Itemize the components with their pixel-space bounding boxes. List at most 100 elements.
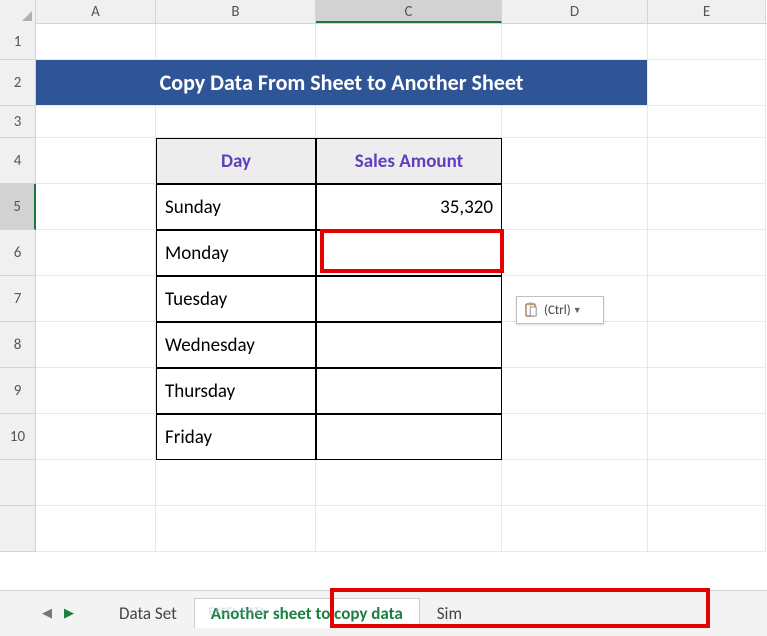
header-day[interactable]: Day: [156, 138, 316, 184]
cell-A6[interactable]: [36, 230, 156, 276]
row-7: 7 Tuesday: [0, 276, 767, 322]
tab-sim[interactable]: Sim: [420, 598, 469, 628]
cell-B3[interactable]: [156, 106, 316, 138]
cell-blank[interactable]: [648, 506, 766, 552]
row-header-7[interactable]: 7: [0, 276, 36, 322]
cell-D5[interactable]: [502, 184, 648, 230]
tab-data-set[interactable]: Data Set: [102, 598, 194, 628]
tab-another-sheet[interactable]: EXCEL DATA Another sheet to copy data: [194, 598, 420, 628]
cell-blank[interactable]: [156, 460, 316, 506]
title-cell[interactable]: Copy Data From Sheet to Another Sheet: [36, 60, 648, 106]
cell-blank[interactable]: [156, 506, 316, 552]
cell-blank[interactable]: [316, 460, 502, 506]
tab-label: Another sheet to copy data: [211, 603, 403, 624]
cell-E2[interactable]: [648, 60, 766, 106]
cell-sales-monday[interactable]: [316, 230, 502, 276]
cell-blank[interactable]: [502, 460, 648, 506]
cell-D8[interactable]: [502, 322, 648, 368]
row-header-8[interactable]: 8: [0, 322, 36, 368]
row-header-4[interactable]: 4: [0, 138, 36, 184]
row-header-3[interactable]: 3: [0, 106, 36, 138]
cell-B1[interactable]: [156, 24, 316, 60]
cell-sales-friday[interactable]: [316, 414, 502, 460]
cell-C1[interactable]: [316, 24, 502, 60]
cell-sales-thursday[interactable]: [316, 368, 502, 414]
cell-E10[interactable]: [648, 414, 766, 460]
row-header-blank[interactable]: [0, 460, 36, 506]
select-all-corner[interactable]: [0, 0, 36, 24]
cell-blank[interactable]: [36, 460, 156, 506]
cell-C3[interactable]: [316, 106, 502, 138]
cell-D4[interactable]: [502, 138, 648, 184]
cell-E5[interactable]: [648, 184, 766, 230]
cell-E9[interactable]: [648, 368, 766, 414]
cell-day-thursday[interactable]: Thursday: [156, 368, 316, 414]
row-4: 4 Day Sales Amount: [0, 138, 767, 184]
cell-A10[interactable]: [36, 414, 156, 460]
column-headers: A B C D E: [0, 0, 767, 24]
row-9: 9 Thursday: [0, 368, 767, 414]
cell-sales-wednesday[interactable]: [316, 322, 502, 368]
cell-sales-sunday[interactable]: 35,320: [316, 184, 502, 230]
cell-blank[interactable]: [36, 506, 156, 552]
cell-A3[interactable]: [36, 106, 156, 138]
row-1: 1: [0, 24, 767, 60]
col-header-C[interactable]: C: [316, 0, 502, 23]
row-blank: [0, 460, 767, 506]
cell-A1[interactable]: [36, 24, 156, 60]
row-3: 3: [0, 106, 767, 138]
cell-sales-tuesday[interactable]: [316, 276, 502, 322]
cell-E4[interactable]: [648, 138, 766, 184]
cell-A7[interactable]: [36, 276, 156, 322]
sheet-tab-bar: ◀ ▶ Data Set EXCEL DATA Another sheet to…: [0, 590, 767, 636]
tab-nav-prev[interactable]: ◀: [36, 602, 58, 626]
clipboard-icon: [520, 299, 542, 321]
cell-E7[interactable]: [648, 276, 766, 322]
col-header-A[interactable]: A: [36, 0, 156, 23]
cell-A9[interactable]: [36, 368, 156, 414]
cell-E3[interactable]: [648, 106, 766, 138]
row-header-2[interactable]: 2: [0, 60, 36, 106]
cell-day-sunday[interactable]: Sunday: [156, 184, 316, 230]
row-header-5[interactable]: 5: [0, 184, 36, 230]
col-header-B[interactable]: B: [156, 0, 316, 23]
cell-day-monday[interactable]: Monday: [156, 230, 316, 276]
cell-blank[interactable]: [648, 460, 766, 506]
row-blank: [0, 506, 767, 552]
tab-label: Data Set: [119, 603, 177, 624]
row-10: 10 Friday: [0, 414, 767, 460]
col-header-D[interactable]: D: [502, 0, 648, 23]
spreadsheet-grid[interactable]: A B C D E 1 2 Copy Data From Sheet to An…: [0, 0, 767, 590]
cell-E1[interactable]: [648, 24, 766, 60]
chevron-down-icon: ▼: [573, 305, 582, 316]
row-header-6[interactable]: 6: [0, 230, 36, 276]
cell-E6[interactable]: [648, 230, 766, 276]
cell-day-tuesday[interactable]: Tuesday: [156, 276, 316, 322]
cell-D10[interactable]: [502, 414, 648, 460]
header-sales[interactable]: Sales Amount: [316, 138, 502, 184]
row-header-blank[interactable]: [0, 506, 36, 552]
cell-blank[interactable]: [316, 506, 502, 552]
cell-day-friday[interactable]: Friday: [156, 414, 316, 460]
tab-label: Sim: [437, 603, 462, 624]
col-header-E[interactable]: E: [648, 0, 766, 23]
cell-A4[interactable]: [36, 138, 156, 184]
tab-nav-next[interactable]: ▶: [58, 602, 80, 626]
row-header-10[interactable]: 10: [0, 414, 36, 460]
row-5: 5 Sunday 35,320: [0, 184, 767, 230]
row-2: 2 Copy Data From Sheet to Another Sheet: [0, 60, 767, 106]
row-header-1[interactable]: 1: [0, 24, 36, 60]
cell-D9[interactable]: [502, 368, 648, 414]
row-header-9[interactable]: 9: [0, 368, 36, 414]
cell-A5[interactable]: [36, 184, 156, 230]
cell-D3[interactable]: [502, 106, 648, 138]
cell-D1[interactable]: [502, 24, 648, 60]
cell-blank[interactable]: [502, 506, 648, 552]
row-8: 8 Wednesday: [0, 322, 767, 368]
paste-options-label: (Ctrl): [544, 303, 571, 318]
cell-D6[interactable]: [502, 230, 648, 276]
cell-day-wednesday[interactable]: Wednesday: [156, 322, 316, 368]
cell-A8[interactable]: [36, 322, 156, 368]
cell-E8[interactable]: [648, 322, 766, 368]
paste-options-popup[interactable]: (Ctrl) ▼: [516, 296, 604, 324]
